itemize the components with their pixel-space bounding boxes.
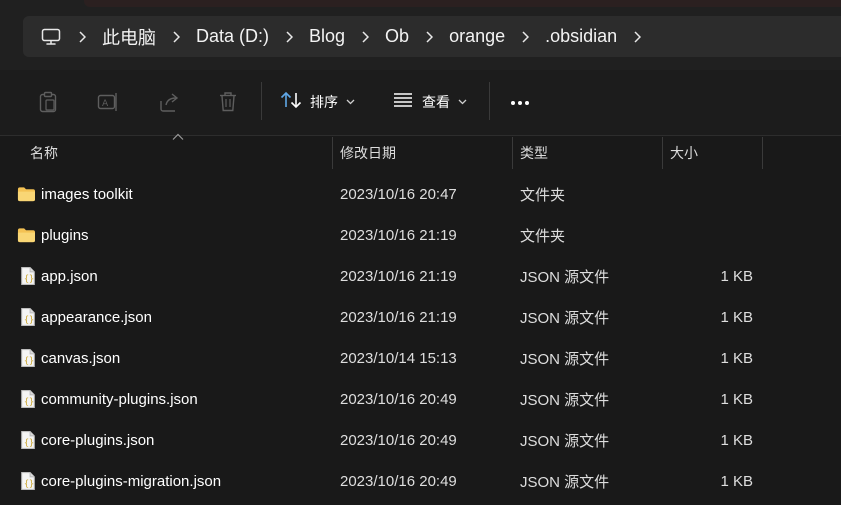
delete-icon[interactable] [216,90,240,114]
list-item[interactable]: {} community-plugins.json 2023/10/16 20:… [0,379,841,420]
file-size: 1 KB [720,268,753,285]
file-name: appearance.json [41,309,152,326]
breadcrumb-item-data-drive[interactable]: Data (D:) [196,26,269,47]
file-size [670,215,753,256]
file-size: 1 KB [720,432,753,449]
more-dot [518,101,522,105]
column-resize-handle[interactable] [512,137,513,169]
file-size: 1 KB [720,391,753,408]
view-icon [392,92,414,113]
folder-icon [17,228,35,243]
column-header-row: 名称 修改日期 类型 大小 [0,137,841,169]
toolbar-divider [489,82,490,120]
this-pc-icon[interactable] [40,26,62,48]
list-item[interactable]: {} canvas.json 2023/10/14 15:13 JSON 源文件… [0,338,841,379]
list-item[interactable]: {} core-plugins.json 2023/10/16 20:49 JS… [0,420,841,461]
svg-text:{}: {} [24,478,34,488]
column-header-modified[interactable]: 修改日期 [340,137,500,169]
file-type: JSON 源文件 [520,310,610,327]
file-explorer-window: 此电脑 Data (D:) Blog Ob orange .obsidian A… [0,0,841,505]
chevron-right-icon[interactable] [169,30,183,44]
file-modified: 2023/10/16 20:49 [340,391,457,408]
column-header-size[interactable]: 大小 [670,137,750,169]
breadcrumb-item-blog[interactable]: Blog [309,26,345,47]
svg-text:{}: {} [24,437,34,447]
json-file-icon: {} [21,349,35,367]
json-file-icon: {} [21,308,35,326]
json-file-icon: {} [21,390,35,408]
address-bar[interactable]: 此电脑 Data (D:) Blog Ob orange .obsidian [23,16,841,57]
file-name: app.json [41,268,98,285]
sort-label: 排序 [310,94,338,110]
share-icon[interactable] [157,90,181,114]
svg-text:{}: {} [24,396,34,406]
list-item[interactable]: {} core-plugins-migration.json 2023/10/1… [0,461,841,502]
svg-text:{}: {} [24,355,34,365]
toolbar-divider [261,82,262,120]
file-modified: 2023/10/14 15:13 [340,350,457,367]
more-dot [511,101,515,105]
breadcrumb-item-orange[interactable]: orange [449,26,505,47]
chevron-right-icon[interactable] [358,30,372,44]
file-size: 1 KB [720,473,753,490]
file-modified: 2023/10/16 20:49 [340,473,457,490]
chevron-right-icon[interactable] [282,30,296,44]
file-modified: 2023/10/16 20:47 [340,186,457,203]
chevron-down-icon [346,97,356,107]
file-type: 文件夹 [520,228,566,245]
file-name: core-plugins-migration.json [41,473,222,490]
view-button[interactable]: 查看 [392,88,468,116]
paste-icon[interactable] [36,90,60,114]
file-size: 1 KB [720,309,753,326]
more-icon[interactable] [507,90,533,116]
list-item[interactable]: {} appearance.json 2023/10/16 21:19 JSON… [0,297,841,338]
file-type: JSON 源文件 [520,269,610,286]
column-resize-handle[interactable] [662,137,663,169]
column-resize-handle[interactable] [762,137,763,169]
list-item[interactable]: plugins 2023/10/16 21:19 文件夹 [0,215,841,256]
file-name: core-plugins.json [41,432,155,449]
chevron-right-icon[interactable] [630,30,644,44]
file-modified: 2023/10/16 21:19 [340,227,457,244]
svg-text:{}: {} [24,314,34,324]
file-modified: 2023/10/16 20:49 [340,432,457,449]
list-item[interactable]: {} app.json 2023/10/16 21:19 JSON 源文件 1 … [0,256,841,297]
file-type: JSON 源文件 [520,392,610,409]
file-size [670,174,753,215]
more-dot [525,101,529,105]
json-file-icon: {} [21,472,35,490]
file-modified: 2023/10/16 21:19 [340,268,457,285]
chevron-right-icon[interactable] [75,30,89,44]
file-modified: 2023/10/16 21:19 [340,309,457,326]
file-size: 1 KB [720,350,753,367]
chevron-right-icon[interactable] [422,30,436,44]
json-file-icon: {} [21,431,35,449]
json-file-icon: {} [21,267,35,285]
breadcrumb-item-ob[interactable]: Ob [385,26,409,47]
file-type: JSON 源文件 [520,351,610,368]
breadcrumb-item-obsidian[interactable]: .obsidian [545,26,617,47]
column-header-name[interactable]: 名称 [30,137,320,169]
column-resize-handle[interactable] [332,137,333,169]
chevron-right-icon[interactable] [518,30,532,44]
chevron-down-icon [458,97,468,107]
file-type: 文件夹 [520,187,566,204]
sort-button[interactable]: 排序 [280,88,356,116]
file-name: images toolkit [41,186,133,203]
file-type: JSON 源文件 [520,433,610,450]
column-header-type[interactable]: 类型 [520,137,650,169]
file-name: plugins [41,227,89,244]
list-item[interactable]: images toolkit 2023/10/16 20:47 文件夹 [0,174,841,215]
tab-strip-edge [84,0,841,7]
svg-text:{}: {} [24,273,34,283]
view-label: 查看 [422,94,450,110]
breadcrumb-item-this-pc[interactable]: 此电脑 [102,24,156,50]
file-name: canvas.json [41,350,121,367]
svg-text:A: A [102,99,109,109]
folder-icon [17,187,35,202]
sort-icon [280,91,302,114]
file-type: JSON 源文件 [520,474,610,491]
rename-icon[interactable]: A [96,90,120,114]
file-name: community-plugins.json [41,391,198,408]
